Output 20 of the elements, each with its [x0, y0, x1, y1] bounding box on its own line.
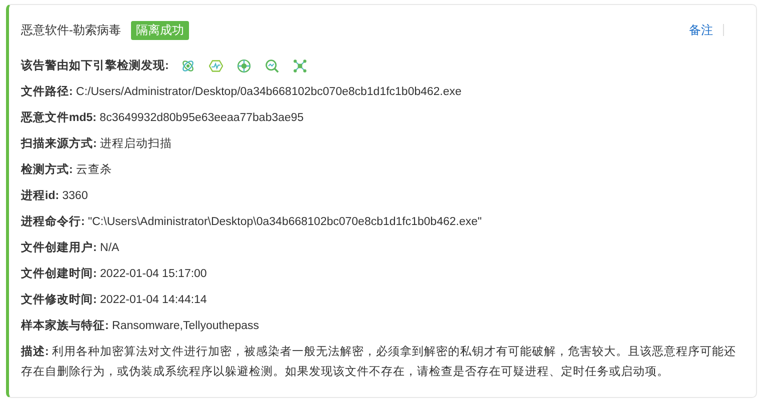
alert-title: 恶意软件-勒索病毒 [21, 22, 121, 38]
detail-field: 进程id: 3360 [21, 183, 740, 209]
detail-field: 文件创建时间: 2022-01-04 15:17:00 [21, 261, 740, 287]
detail-field: 样本家族与特征: Ransomware,Tellyouthepass [21, 313, 740, 339]
detail-field: 恶意文件md5: 8c3649932d80b95e63eeaa77bab3ae95 [21, 105, 740, 131]
pulse-hexagon-icon [208, 59, 223, 73]
detail-field: 扫描来源方式: 进程启动扫描 [21, 131, 740, 157]
detail-field: 文件创建用户: N/A [21, 235, 740, 261]
note-link[interactable]: 备注 [689, 22, 713, 38]
detail-field: 文件修改时间: 2022-01-04 14:44:14 [21, 287, 740, 313]
network-icon [292, 59, 307, 73]
crosshair-icon [236, 59, 251, 73]
engines-label: 该告警由如下引擎检测发现: [21, 58, 169, 74]
detail-field: 进程命令行: "C:\Users\Administrator\Desktop\0a34b668102bc070e8cb1d1fc1b0b462.exe" [21, 209, 740, 235]
detail-field: 文件路径: C:/Users/Administrator/Desktop/0a34b668102bc070e8cb1d1fc1b0b462.exe [21, 79, 740, 105]
detail-field: 检测方式: 云查杀 [21, 157, 740, 183]
status-badge: 隔离成功 [131, 20, 189, 40]
search-chart-icon [264, 59, 279, 73]
detail-field: 描述: 利用各种加密算法对文件进行加密，被感染者一般无法解密，必须拿到解密的私钥才有可能破解，危害较大。且该恶意程序可能还存在自删除行为，或伪装成系统程序以躲避检测。如果发现该文件不存在，请检查是否存在可疑进程、定时任务或启动项。 [21, 339, 740, 382]
atom-icon [180, 59, 195, 73]
